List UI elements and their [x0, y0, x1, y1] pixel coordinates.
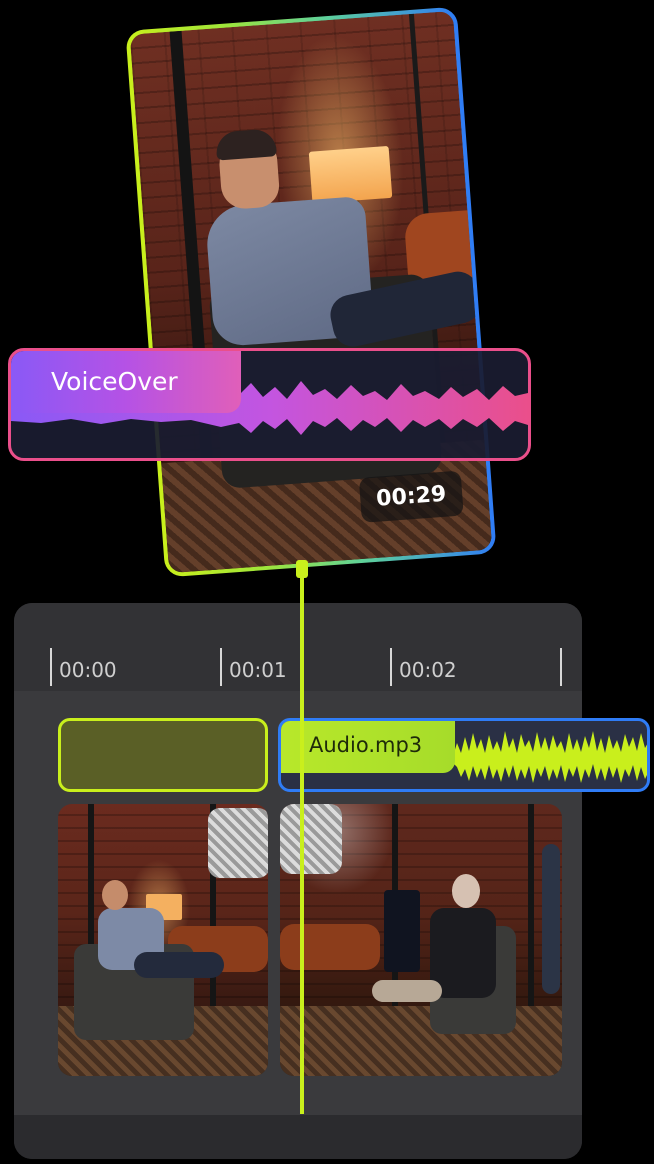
voiceover-track[interactable]: VoiceOver [8, 348, 531, 461]
person-head [452, 874, 480, 908]
ruler-tick [50, 648, 52, 686]
audio-waveform [453, 731, 647, 783]
ruler-tick [220, 648, 222, 686]
ruler-label-2: 00:02 [399, 658, 457, 682]
timeline-ruler[interactable]: 00:00 00:01 00:02 [14, 603, 582, 691]
audio-clip-label: Audio.mp3 [281, 721, 455, 773]
overlay-clip[interactable] [58, 718, 268, 792]
sofa [280, 924, 380, 970]
ruler-label-1: 00:01 [229, 658, 287, 682]
video-preview-card[interactable]: 00:29 [125, 6, 497, 578]
ruler-tick [560, 648, 562, 686]
lamp-shade [308, 145, 393, 204]
playhead-line[interactable] [300, 566, 304, 1114]
playhead-handle[interactable] [296, 560, 308, 578]
video-preview-frame: 00:29 [129, 10, 493, 574]
preview-timestamp: 00:29 [358, 470, 464, 523]
person-legs [372, 980, 442, 1002]
ruler-label-0: 00:00 [59, 658, 117, 682]
person-head [102, 880, 128, 910]
timeline-bottom-bar [14, 1115, 582, 1159]
ruler-tick [390, 648, 392, 686]
softbox-light [208, 808, 268, 878]
video-clip-1[interactable] [58, 804, 268, 1076]
person-hair [215, 128, 277, 161]
teleprompter [384, 890, 420, 972]
voiceover-label: VoiceOver [11, 351, 241, 413]
person-legs [134, 952, 224, 978]
video-clip-2[interactable] [280, 804, 562, 1076]
softbox-light [280, 804, 342, 874]
audio-clip[interactable]: Audio.mp3 [278, 718, 650, 792]
rug [280, 1006, 562, 1076]
crew-member [542, 844, 560, 994]
